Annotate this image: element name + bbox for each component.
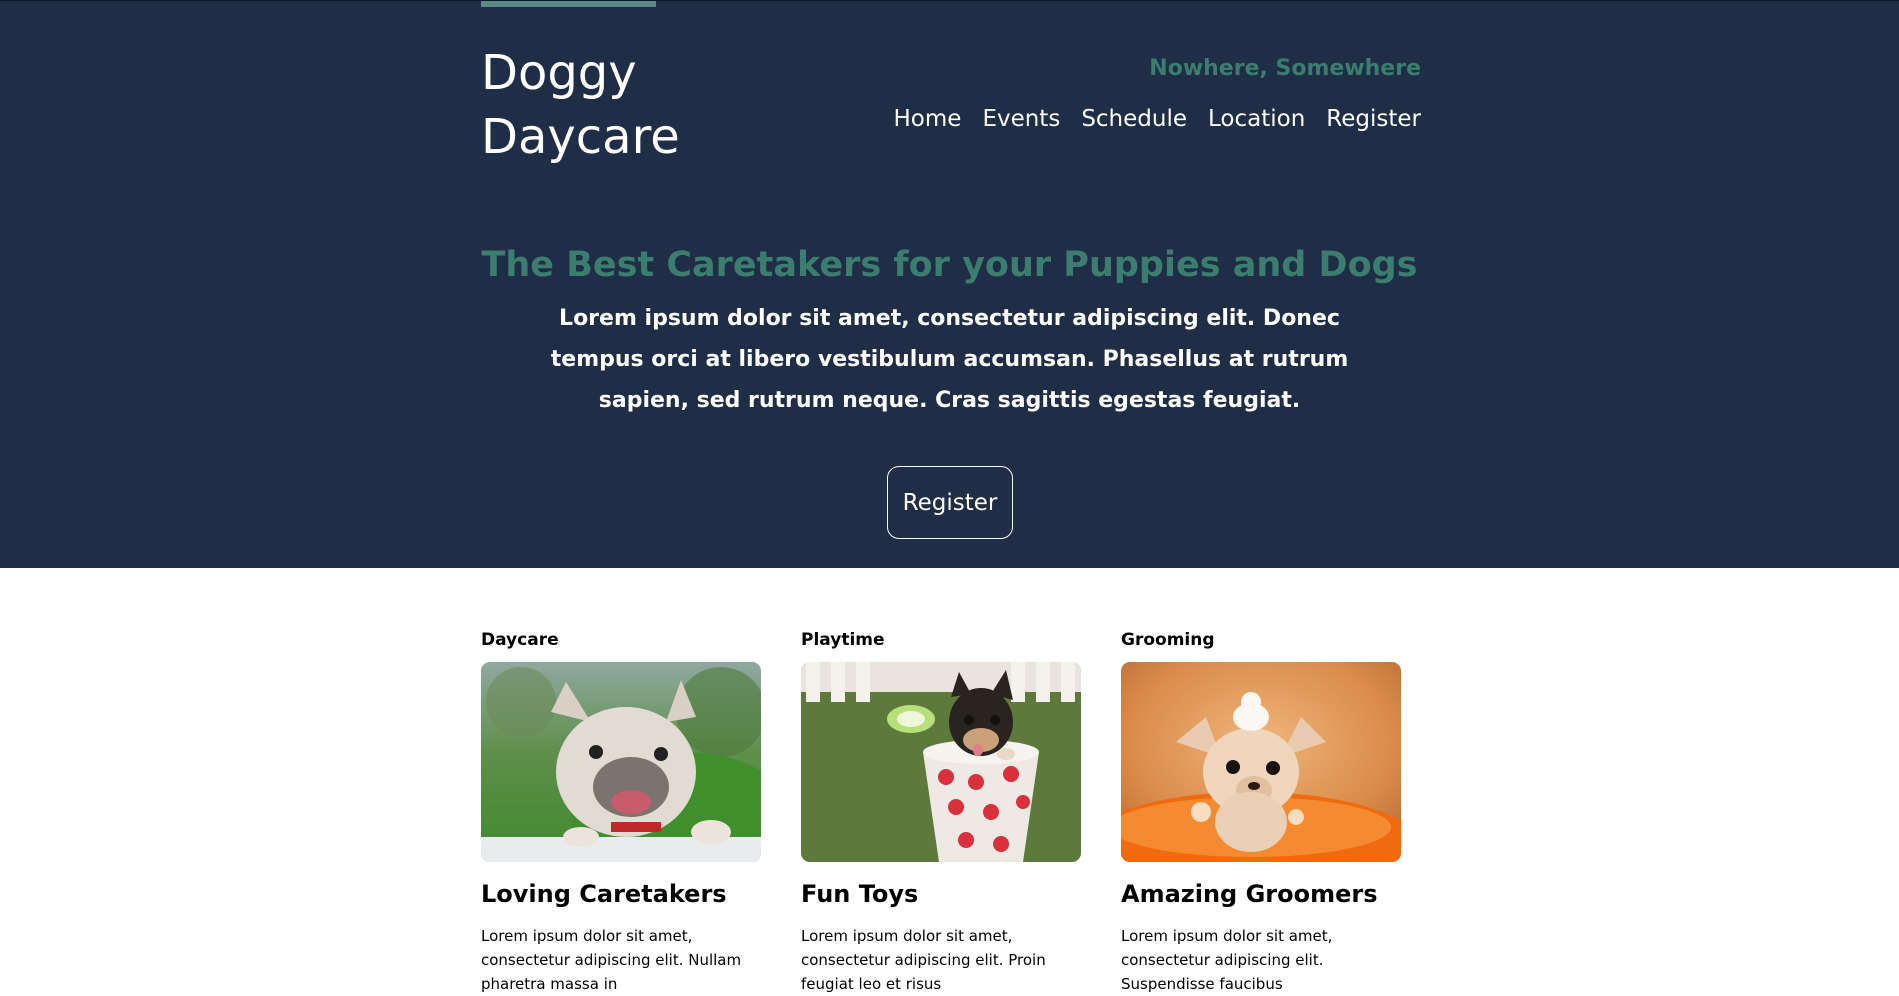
brand-line-2: Daycare [481,109,680,165]
feature-cards: Daycare Loving Caretakers Lorem ipsum do… [481,628,1401,996]
card-playtime: Playtime Fun Toys Lorem ipsum dolor sit … [801,628,1081,996]
card-text: Lorem ipsum dolor sit amet, consectetur … [481,927,742,993]
hero-section: Doggy Daycare Nowhere, Somewhere Home Ev… [0,0,1899,568]
card-label: Grooming [1121,630,1215,650]
accent-bar [481,1,656,7]
card-title: Loving Caretakers [481,880,727,908]
nav-location[interactable]: Location [1208,106,1305,132]
french-bulldog-photo [481,662,761,862]
nav-home[interactable]: Home [894,106,962,132]
location-text: Nowhere, Somewhere [1149,56,1421,81]
nav-events[interactable]: Events [982,106,1060,132]
brand-line-1: Doggy [481,45,637,101]
card-text: Lorem ipsum dolor sit amet, consectetur … [801,927,1046,993]
card-title: Amazing Groomers [1121,880,1378,908]
hero-title: The Best Caretakers for your Puppies and… [481,245,1418,285]
card-title: Fun Toys [801,880,919,908]
main-nav: Home Events Schedule Location Register [894,106,1421,132]
hero-text: Lorem ipsum dolor sit amet, consectetur … [550,306,1349,413]
register-button[interactable]: Register [887,466,1013,539]
card-grooming: Grooming Amazing Groomers Lorem ipsum do… [1121,628,1401,996]
card-label: Daycare [481,630,559,650]
chihuahua-bath-photo [1121,662,1401,862]
nav-register[interactable]: Register [1326,106,1421,132]
card-text: Lorem ipsum dolor sit amet, consectetur … [1121,927,1333,993]
puppy-in-cup-photo [801,662,1081,862]
card-label: Playtime [801,630,885,650]
nav-schedule[interactable]: Schedule [1081,106,1187,132]
card-daycare: Daycare Loving Caretakers Lorem ipsum do… [481,628,761,996]
site-brand[interactable]: Doggy Daycare [481,41,741,169]
